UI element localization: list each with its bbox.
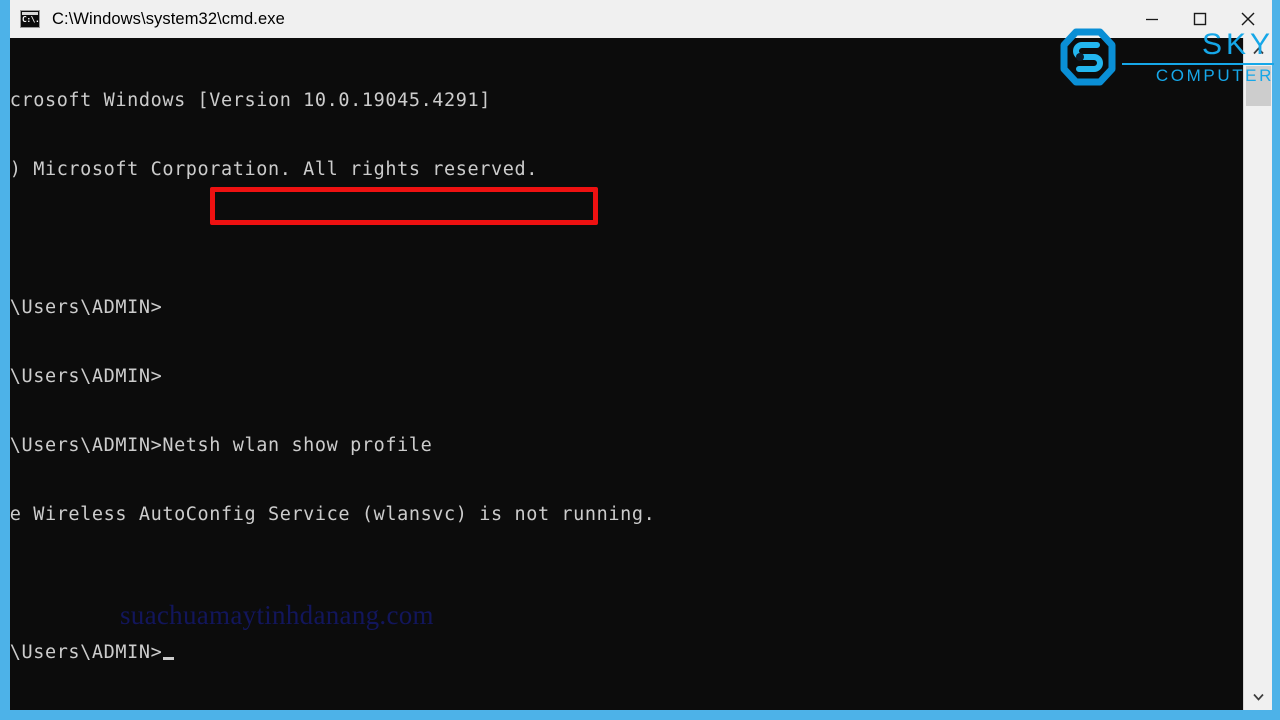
cmd-icon: C:\. xyxy=(20,10,40,28)
logo-secondary-text: COMPUTER xyxy=(1155,65,1274,85)
console-line-error: he Wireless AutoConfig Service (wlansvc)… xyxy=(10,504,656,525)
scroll-down-arrow-icon xyxy=(1253,693,1264,701)
maximize-icon xyxy=(1193,12,1207,26)
cmd-icon-glyph: C:\. xyxy=(22,15,40,24)
console-output-area[interactable]: icrosoft Windows [Version 10.0.19045.429… xyxy=(10,38,1243,710)
vertical-scrollbar[interactable] xyxy=(1243,38,1272,710)
sky-hexagon-logo-icon xyxy=(1060,28,1116,86)
watermark-text: suachuamaytinhdanang.com xyxy=(120,600,434,630)
console-line: c) Microsoft Corporation. All rights res… xyxy=(10,159,538,180)
text-cursor xyxy=(163,657,175,660)
console-line: :\Users\ADMIN> xyxy=(10,297,163,318)
console-line: :\Users\ADMIN> xyxy=(10,366,163,387)
logo-wordmark: SKY COMPUTER xyxy=(1122,27,1274,85)
scroll-down-button[interactable] xyxy=(1244,684,1272,710)
close-icon xyxy=(1241,12,1255,26)
sky-computer-logo: SKY COMPUTER xyxy=(1060,26,1274,88)
logo-divider xyxy=(1122,62,1274,65)
logo-primary-text: SKY xyxy=(1201,27,1274,61)
minimize-icon xyxy=(1146,18,1158,21)
console-line: icrosoft Windows [Version 10.0.19045.429… xyxy=(10,90,491,111)
window-title: C:\Windows\system32\cmd.exe xyxy=(52,9,285,28)
prompt-text: :\Users\ADMIN> xyxy=(10,642,163,663)
console-line-command: :\Users\ADMIN>Netsh wlan show profile xyxy=(10,435,433,456)
console-line-prompt: :\Users\ADMIN> xyxy=(10,641,655,664)
cmd-window: C:\. C:\Windows\system32\cmd.exe icrosof… xyxy=(10,0,1272,710)
outer-blue-frame: C:\. C:\Windows\system32\cmd.exe icrosof… xyxy=(0,0,1280,720)
